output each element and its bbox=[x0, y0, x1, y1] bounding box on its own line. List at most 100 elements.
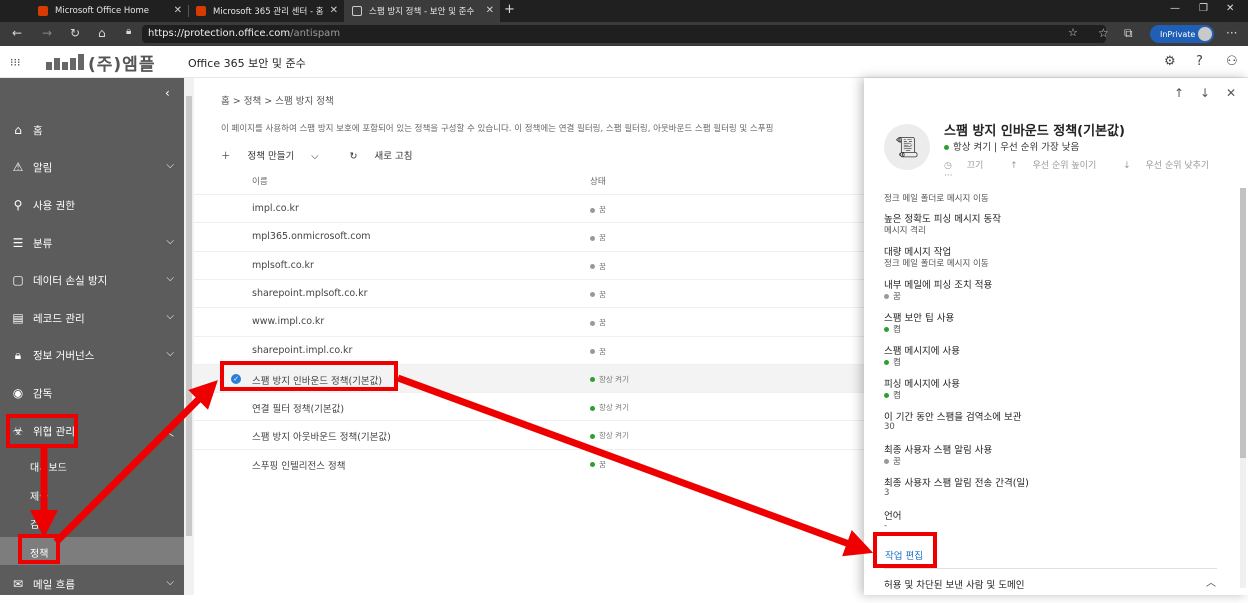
user-account-icon[interactable]: ⚇ bbox=[1226, 54, 1238, 69]
column-header-name[interactable]: 이름 bbox=[252, 175, 268, 187]
power-icon: ◷ bbox=[944, 161, 955, 171]
status-dot-icon bbox=[884, 294, 889, 299]
policy-name[interactable]: www.impl.co.kr bbox=[252, 316, 324, 327]
collapse-nav-icon[interactable]: ‹ bbox=[165, 86, 170, 100]
chevron-up-icon[interactable]: ︿ bbox=[1206, 574, 1216, 589]
favorite-add-icon[interactable]: ☆ bbox=[1068, 26, 1078, 39]
nav-item-supervision[interactable]: ◉ 감독 bbox=[0, 374, 184, 412]
status-text: 꿈 bbox=[599, 318, 606, 328]
table-row[interactable]: sharepoint.mplsoft.co.kr 꿈 bbox=[194, 278, 864, 307]
dlp-icon: ▢ bbox=[12, 273, 24, 287]
reload-icon[interactable]: ↻ bbox=[70, 26, 80, 40]
browser-tab-office-home[interactable]: Microsoft Office Home ✕ bbox=[30, 0, 188, 22]
sub-item-dashboard[interactable]: 대시보드 bbox=[30, 459, 67, 474]
increase-priority-button[interactable]: ↑ 우선 순위 높이기 bbox=[1010, 161, 1108, 171]
table-row[interactable]: 스푸핑 인텔리전스 정책 꿈 bbox=[194, 448, 864, 477]
nav-item-records[interactable]: ▤ 레코드 관리 ⌵ bbox=[0, 299, 184, 337]
status-dot-icon bbox=[590, 462, 595, 468]
restore-icon[interactable]: ❐ bbox=[1199, 3, 1208, 14]
decrease-priority-label: 우선 순위 낮추기 bbox=[1145, 161, 1210, 171]
close-tab-icon[interactable]: ✕ bbox=[174, 5, 182, 16]
forward-icon[interactable]: → bbox=[42, 26, 52, 40]
policy-status: 항상 켜기 bbox=[590, 374, 629, 385]
policy-name[interactable]: impl.co.kr bbox=[252, 203, 299, 214]
status-text: 꿈 bbox=[599, 459, 606, 469]
close-tab-icon[interactable]: ✕ bbox=[330, 5, 338, 16]
table-row[interactable]: www.impl.co.kr 꿈 bbox=[194, 307, 864, 335]
nav-scroll-thumb[interactable] bbox=[186, 96, 192, 536]
nav-item-permissions[interactable]: ⚲ 사용 권한 bbox=[0, 186, 184, 224]
more-menu-icon[interactable]: ··· bbox=[1226, 26, 1237, 40]
panel-title: 스팸 방지 인바운드 정책(기본값) bbox=[944, 124, 1125, 139]
nav-item-dlp[interactable]: ▢ 데이터 손실 방지 ⌵ bbox=[0, 261, 184, 299]
policy-status: 항상 켜기 bbox=[590, 430, 629, 441]
nav-label: 알림 bbox=[33, 161, 53, 174]
close-window-icon[interactable]: ✕ bbox=[1226, 3, 1234, 14]
turn-off-button[interactable]: ◷ 끄기 bbox=[944, 161, 995, 171]
next-item-icon[interactable]: ↓ bbox=[1200, 86, 1210, 100]
refresh-button[interactable]: ↻ 새로 고침 bbox=[350, 151, 427, 162]
status-dot-icon bbox=[590, 320, 595, 326]
previous-item-icon[interactable]: ↑ bbox=[1174, 86, 1184, 100]
setting-value: 꿈 bbox=[884, 290, 901, 302]
nav-item-home[interactable]: ⌂ 홈 bbox=[0, 111, 184, 149]
nav-label: 정보 거버넌스 bbox=[33, 349, 95, 362]
breadcrumb[interactable]: 홈 > 정책 > 스팸 방지 정책 bbox=[221, 93, 334, 107]
setting-value-text: 정크 메일 폴더로 메시지 이동 bbox=[884, 259, 989, 269]
url-host: https://protection.office.com bbox=[148, 28, 291, 39]
column-header-status[interactable]: 상태 bbox=[590, 175, 606, 187]
nav-item-classification[interactable]: ☰ 분류 ⌵ bbox=[0, 224, 184, 262]
page-description: 이 페이지를 사용하여 스팸 방지 보호에 포함되어 있는 정책을 구성할 수 … bbox=[221, 124, 774, 134]
browser-tab-antispam[interactable]: 스팸 방지 정책 - 보안 및 준수 ✕ bbox=[344, 0, 500, 22]
policy-name[interactable]: sharepoint.impl.co.kr bbox=[252, 345, 352, 356]
sub-item-review[interactable]: 검토 bbox=[30, 516, 48, 531]
browser-tab-admin-center[interactable]: Microsoft 365 관리 센터 - 홈 ✕ bbox=[188, 0, 344, 22]
setting-value: 정크 메일 폴더로 메시지 이동 bbox=[884, 192, 989, 204]
annotation-box-policy bbox=[18, 534, 60, 564]
setting-label: 최종 사용자 스팸 알림 전송 간격(일) bbox=[884, 478, 1029, 489]
create-policy-button[interactable]: ＋ 정책 만들기 ⌵ bbox=[221, 151, 333, 162]
help-icon[interactable]: ? bbox=[1196, 54, 1203, 69]
address-bar: ← → ↻ ⌂ 🔒︎ https://protection.office.com… bbox=[0, 22, 1248, 46]
new-tab-button[interactable]: + bbox=[504, 2, 515, 17]
table-row[interactable]: sharepoint.impl.co.kr 꿈 bbox=[194, 335, 864, 364]
close-tab-icon[interactable]: ✕ bbox=[486, 5, 494, 16]
tab-title: 스팸 방지 정책 - 보안 및 준수 bbox=[369, 7, 475, 17]
table-row[interactable]: mplsoft.co.kr 꿈 bbox=[194, 250, 864, 279]
policy-name[interactable]: 스팸 방지 아웃바운드 정책(기본값) bbox=[252, 429, 391, 443]
table-row[interactable]: 연결 필터 정책(기본값) 항상 켜기 bbox=[194, 392, 864, 420]
policy-status: 꿈 bbox=[590, 232, 606, 243]
settings-gear-icon[interactable]: ⚙ bbox=[1164, 54, 1176, 69]
chevron-down-icon: ⌵ bbox=[166, 236, 174, 247]
nav-item-governance[interactable]: 🔒︎ 정보 거버넌스 ⌵ bbox=[0, 336, 184, 374]
collections-icon[interactable]: ⧉ bbox=[1124, 26, 1133, 41]
annotation-box-edit-actions bbox=[873, 532, 937, 568]
back-icon[interactable]: ← bbox=[12, 26, 22, 40]
close-panel-icon[interactable]: ✕ bbox=[1226, 86, 1236, 100]
inprivate-badge[interactable]: InPrivate bbox=[1150, 25, 1214, 43]
nav-item-alerts[interactable]: ⚠ 알림 ⌵ bbox=[0, 148, 184, 186]
table-row[interactable]: mpl365.onmicrosoft.com 꿈 bbox=[194, 222, 864, 250]
panel-scroll-thumb[interactable] bbox=[1240, 188, 1246, 458]
sub-item-submissions[interactable]: 제출 bbox=[30, 488, 48, 503]
policy-name[interactable]: 연결 필터 정책(기본값) bbox=[252, 401, 344, 415]
decrease-priority-button[interactable]: ↓ 우선 순위 낮추기 bbox=[1123, 161, 1221, 171]
more-actions-button[interactable]: ··· bbox=[944, 171, 953, 181]
favorites-icon[interactable]: ☆ bbox=[1098, 26, 1109, 40]
policy-name[interactable]: 스푸핑 인텔리전스 정책 bbox=[252, 458, 345, 472]
table-row[interactable]: impl.co.kr 꿈 bbox=[194, 194, 864, 222]
allow-block-section-header[interactable]: 허용 및 차단된 보낸 사람 및 도메인 bbox=[884, 577, 1024, 591]
arrow-up-icon: ↑ bbox=[1010, 161, 1021, 171]
setting-value: 3 bbox=[884, 488, 889, 498]
table-row[interactable]: 스팸 방지 아웃바운드 정책(기본값) 항상 켜기 bbox=[194, 420, 864, 448]
minimize-icon[interactable]: — bbox=[1170, 3, 1180, 14]
app-launcher-icon[interactable]: ⁝⁝⁝ bbox=[10, 56, 21, 69]
policy-name[interactable]: mpl365.onmicrosoft.com bbox=[252, 231, 371, 242]
nav-item-mail-flow[interactable]: ✉ 메일 흐름 ⌵ bbox=[0, 565, 184, 603]
url-field[interactable]: 🔒︎ https://protection.office.com/antispa… bbox=[126, 25, 1106, 43]
policy-name[interactable]: sharepoint.mplsoft.co.kr bbox=[252, 288, 367, 299]
page-favicon-icon bbox=[352, 6, 362, 16]
mail-icon: ✉ bbox=[12, 577, 24, 591]
policy-name[interactable]: mplsoft.co.kr bbox=[252, 260, 314, 271]
home-icon[interactable]: ⌂ bbox=[98, 26, 106, 40]
